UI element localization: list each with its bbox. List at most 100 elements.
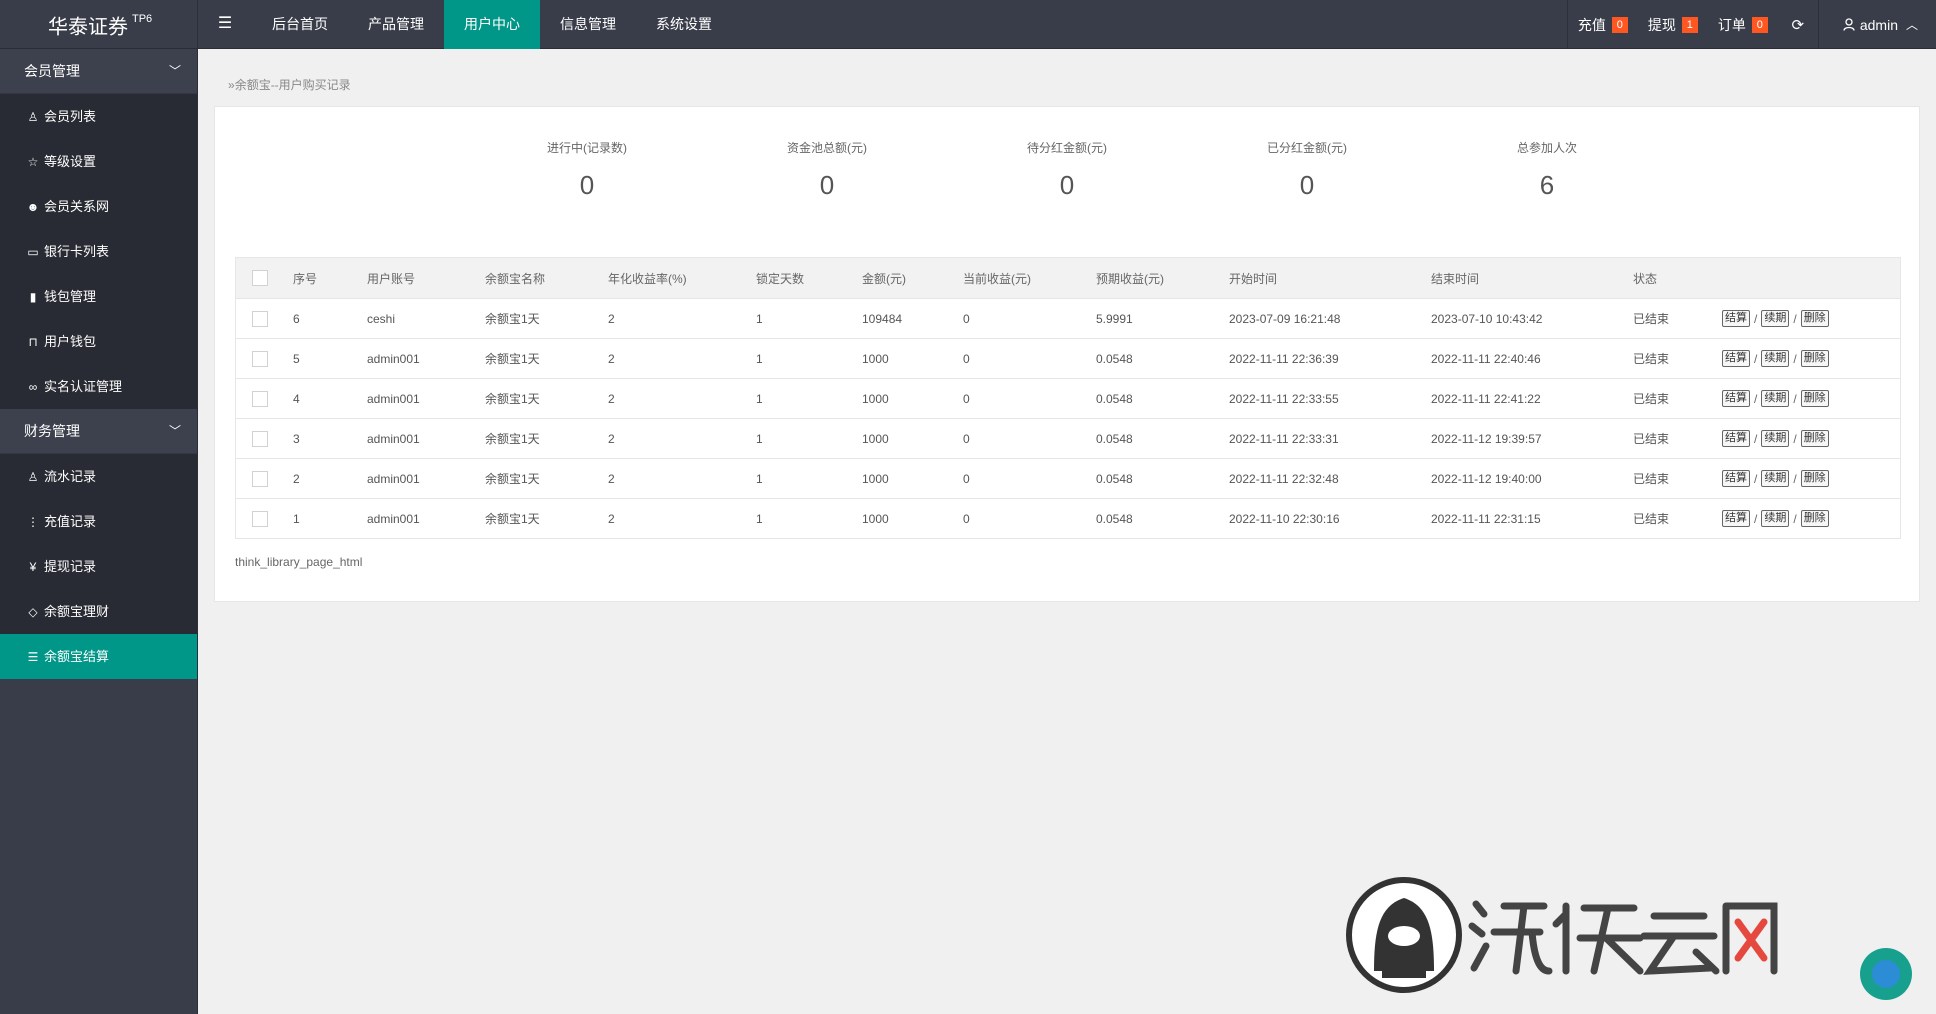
sidebar-item-recharge-records[interactable]: ⋮ 充值记录	[0, 499, 197, 544]
delete-button[interactable]: 删除	[1800, 350, 1829, 367]
renew-button[interactable]: 续期	[1761, 510, 1790, 527]
user-menu[interactable]: admin ︿	[1819, 0, 1936, 49]
cell-amount: 1000	[862, 351, 889, 366]
row-checkbox[interactable]	[252, 390, 268, 407]
row-actions: 结算 / 续期 / 删除	[1722, 310, 1829, 327]
stat-pending-dividend: 待分红金额(元) 0	[947, 139, 1187, 201]
stat-value: 0	[1059, 170, 1075, 200]
stat-value: 0	[819, 170, 835, 200]
row-checkbox[interactable]	[252, 470, 268, 487]
recharge-badge: 0	[1611, 16, 1628, 33]
settle-button[interactable]: 结算	[1722, 430, 1750, 447]
cell-account: admin001	[367, 391, 420, 406]
delete-button[interactable]: 删除	[1800, 470, 1829, 487]
sidebar-item-bank-cards[interactable]: ▭ 银行卡列表	[0, 229, 197, 274]
separator: /	[1754, 471, 1758, 486]
orders-link[interactable]: 订单 0	[1708, 0, 1778, 49]
separator: /	[1793, 511, 1797, 526]
column-header: 开始时间	[1229, 271, 1278, 286]
top-nav-home[interactable]: 后台首页	[252, 0, 348, 49]
cell-end-time: 2022-11-12 19:39:57	[1431, 431, 1542, 446]
cell-status: 已结束	[1633, 512, 1670, 526]
settle-button[interactable]: 结算	[1722, 350, 1750, 367]
column-header: 状态	[1633, 271, 1658, 286]
cell-start-time: 2022-11-10 22:30:16	[1229, 511, 1340, 526]
delete-button[interactable]: 删除	[1800, 510, 1829, 527]
pagination-placeholder: think_library_page_html	[235, 555, 363, 569]
cell-account: admin001	[367, 351, 420, 366]
top-nav-settings[interactable]: 系统设置	[636, 0, 732, 49]
stat-label: 已分红金额(元)	[1267, 141, 1347, 155]
cell-amount: 1000	[862, 391, 889, 406]
logo-text: 华泰证券	[48, 16, 128, 39]
recharge-link[interactable]: 充值 0	[1568, 0, 1638, 49]
sidebar-item-label: 会员列表	[44, 109, 97, 124]
separator: /	[1793, 471, 1797, 486]
sidebar-item-yuebao-settlement[interactable]: ☰ 余额宝结算	[0, 634, 197, 679]
cell-account: ceshi	[367, 311, 396, 326]
top-nav-products[interactable]: 产品管理	[348, 0, 444, 49]
delete-button[interactable]: 删除	[1800, 310, 1829, 327]
renew-button[interactable]: 续期	[1761, 390, 1790, 407]
stat-label: 待分红金额(元)	[1027, 141, 1107, 155]
refresh-icon[interactable]: ⟳	[1778, 0, 1818, 49]
cell-id: 5	[293, 351, 300, 366]
cell-rate: 2	[608, 471, 615, 486]
logo[interactable]: 华泰证券 TP6	[0, 0, 198, 49]
cell-account: admin001	[367, 431, 420, 446]
cell-expected-income: 0.0548	[1096, 391, 1133, 406]
floating-action-button[interactable]	[1860, 948, 1912, 1000]
cell-rate: 2	[608, 511, 615, 526]
row-checkbox[interactable]	[252, 430, 268, 447]
sidebar-group-members[interactable]: 会员管理 ﹀	[0, 49, 197, 94]
cell-start-time: 2022-11-11 22:32:48	[1229, 471, 1339, 486]
stat-value: 6	[1539, 170, 1555, 200]
sidebar-group-finance[interactable]: 财务管理 ﹀	[0, 409, 197, 454]
sidebar-item-wallet-admin[interactable]: ▮ 钱包管理	[0, 274, 197, 319]
delete-button[interactable]: 删除	[1800, 430, 1829, 447]
separator: /	[1793, 391, 1797, 406]
row-actions: 结算 / 续期 / 删除	[1722, 350, 1829, 367]
row-actions: 结算 / 续期 / 删除	[1722, 390, 1829, 407]
sidebar-item-transactions[interactable]: ♙ 流水记录	[0, 454, 197, 499]
cell-days: 1	[756, 471, 763, 486]
settle-button[interactable]: 结算	[1722, 310, 1750, 327]
row-checkbox[interactable]	[252, 510, 268, 527]
cell-status: 已结束	[1633, 472, 1670, 486]
row-checkbox[interactable]	[252, 310, 268, 327]
sidebar-item-yuebao-finance[interactable]: ◇ 余额宝理财	[0, 589, 197, 634]
sidebar-item-withdraw-records[interactable]: ¥ 提现记录	[0, 544, 197, 589]
cell-end-time: 2022-11-11 22:41:22	[1431, 391, 1541, 406]
cell-expected-income: 0.0548	[1096, 431, 1133, 446]
delete-button[interactable]: 删除	[1800, 390, 1829, 407]
cell-status: 已结束	[1633, 432, 1670, 446]
separator: /	[1793, 431, 1797, 446]
menu-icon[interactable]: ☰	[198, 0, 252, 49]
sidebar-item-member-list[interactable]: ♙ 会员列表	[0, 94, 197, 139]
cell-end-time: 2022-11-12 19:40:00	[1431, 471, 1542, 486]
renew-button[interactable]: 续期	[1761, 310, 1790, 327]
top-nav-info[interactable]: 信息管理	[540, 0, 636, 49]
row-checkbox[interactable]	[252, 350, 268, 367]
settle-button[interactable]: 结算	[1722, 510, 1750, 527]
settle-button[interactable]: 结算	[1722, 390, 1750, 407]
withdraw-label: 提现	[1647, 16, 1676, 33]
top-nav-user-center[interactable]: 用户中心	[444, 0, 540, 49]
settle-button[interactable]: 结算	[1722, 470, 1750, 487]
column-header: 结束时间	[1431, 271, 1480, 286]
column-header: 序号	[293, 271, 318, 286]
withdraw-link[interactable]: 提现 1	[1638, 0, 1708, 49]
cell-product: 余额宝1天	[485, 352, 540, 366]
renew-button[interactable]: 续期	[1761, 470, 1790, 487]
renew-button[interactable]: 续期	[1761, 350, 1790, 367]
sidebar-item-verification[interactable]: ∞ 实名认证管理	[0, 364, 197, 409]
sidebar-item-member-network[interactable]: ☻ 会员关系网	[0, 184, 197, 229]
stat-value: 0	[579, 170, 595, 200]
sidebar-item-level-settings[interactable]: ☆ 等级设置	[0, 139, 197, 184]
users-icon: ☻	[26, 200, 40, 214]
cell-id: 3	[293, 431, 300, 446]
sidebar-item-user-wallet[interactable]: ⊓ 用户钱包	[0, 319, 197, 364]
orders-label: 订单	[1717, 16, 1746, 33]
renew-button[interactable]: 续期	[1761, 430, 1790, 447]
select-all-checkbox[interactable]	[252, 270, 268, 286]
